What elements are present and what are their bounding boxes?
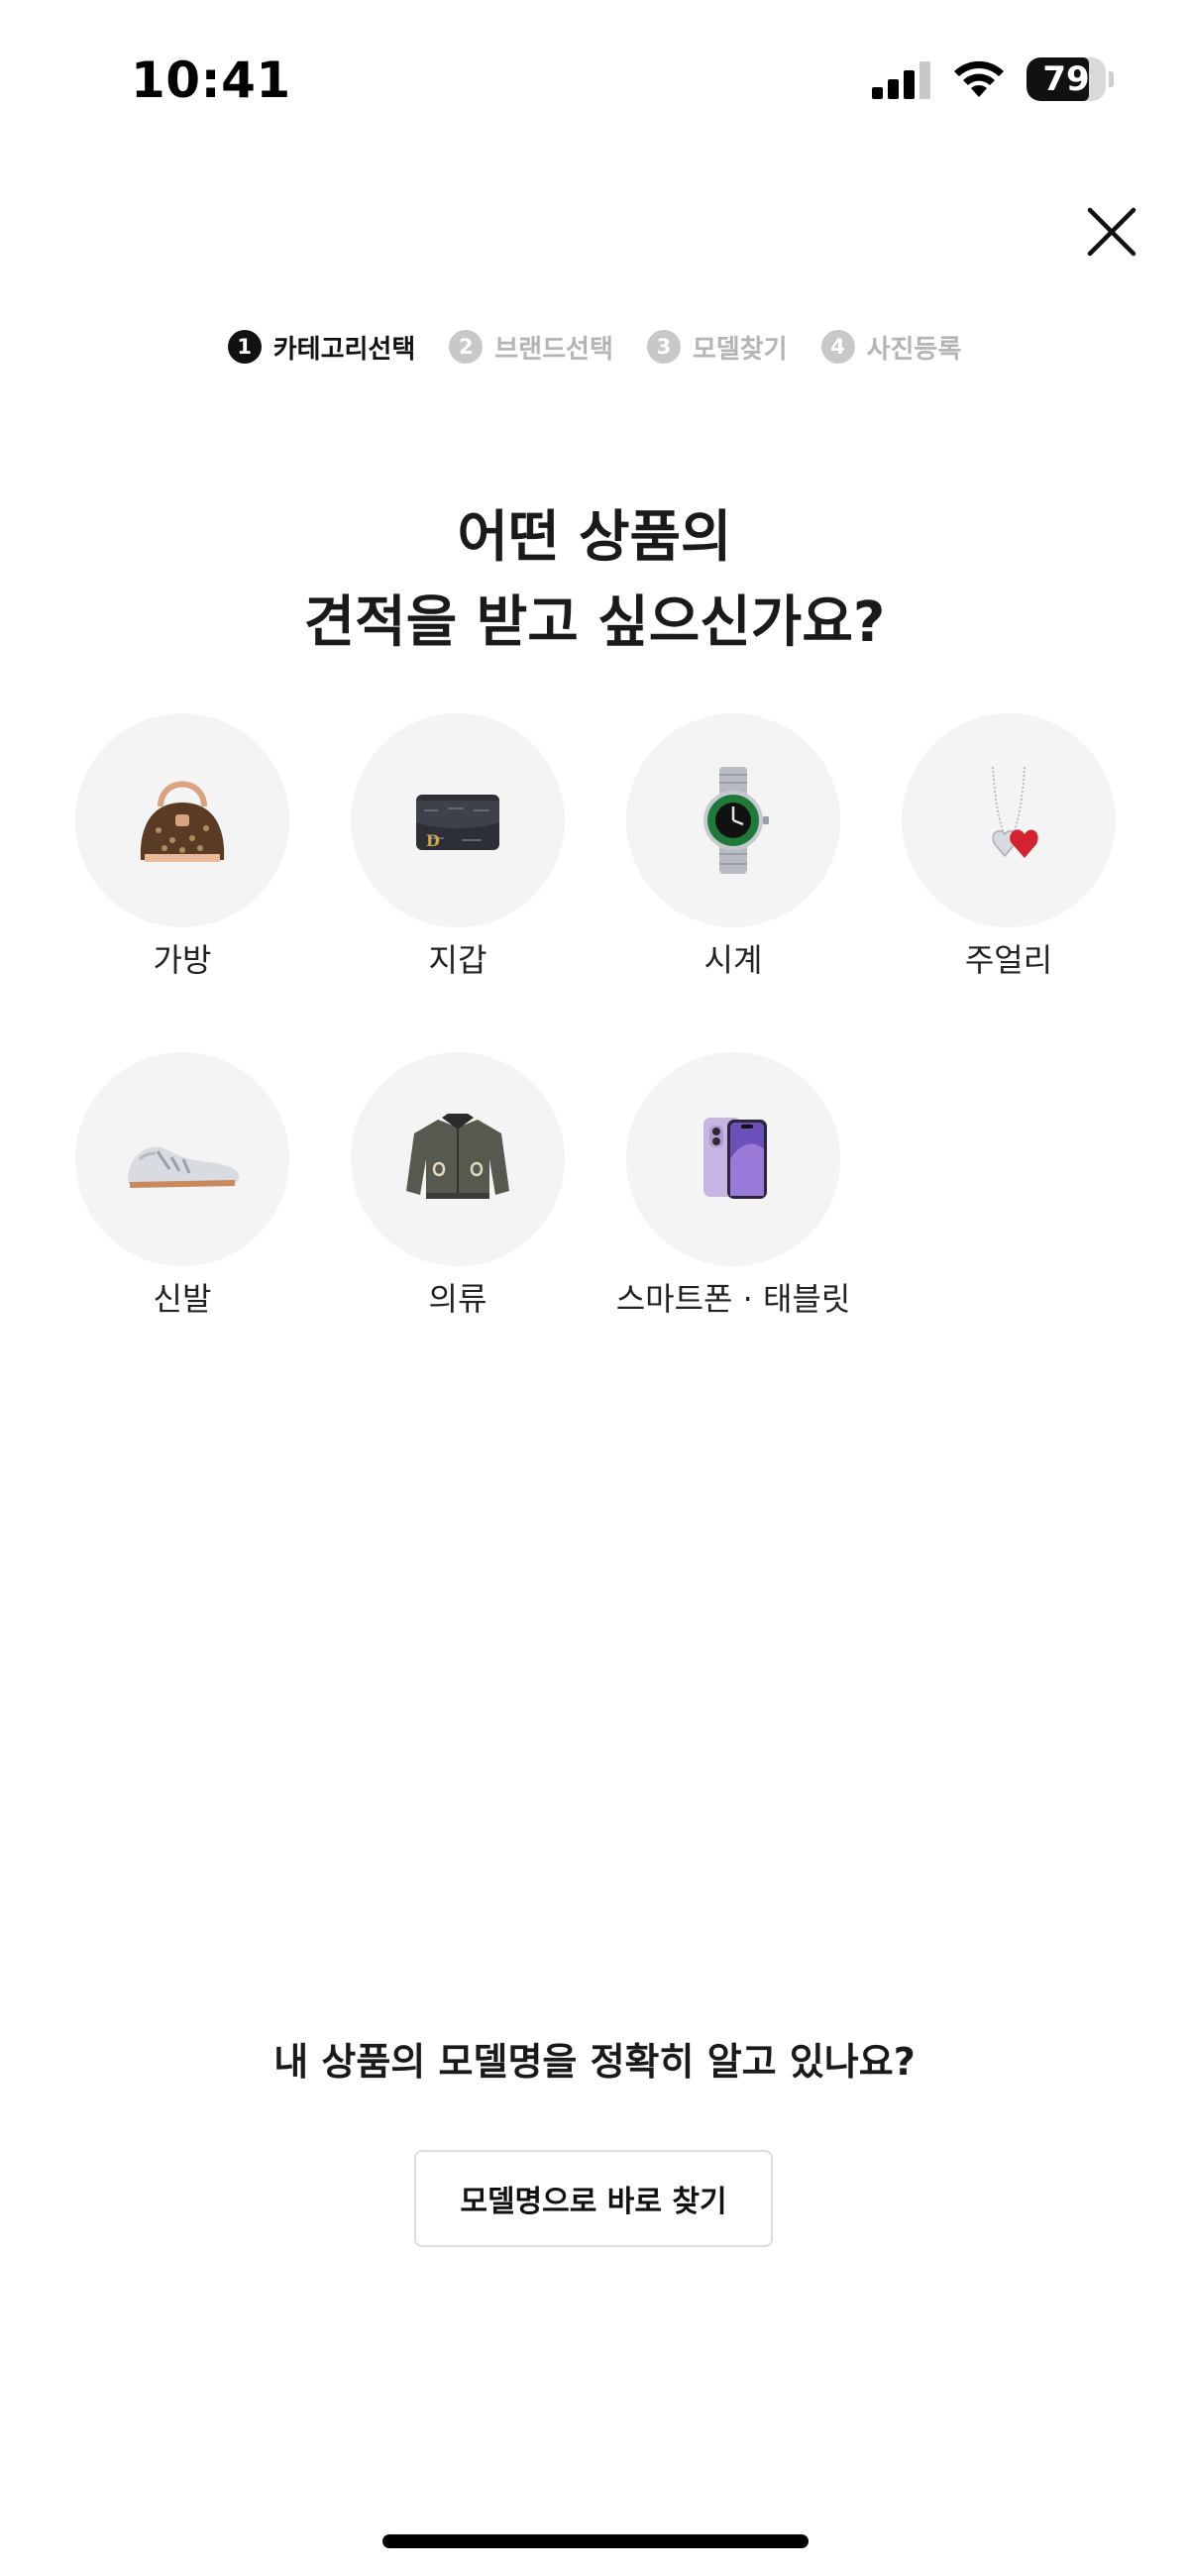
step-number: 3 [646, 330, 681, 364]
category-image [75, 713, 289, 927]
page-title-line-2: 견적을 받고 싶으신가요? [303, 590, 886, 655]
category-label: 의류 [428, 1280, 487, 1318]
status-bar: 10:41 79 [0, 0, 1189, 159]
step-brand: 2 브랜드선택 [449, 329, 613, 366]
step-photo: 4 사진등록 [820, 329, 962, 366]
cellular-signal-icon [872, 61, 930, 99]
svg-text:D: D [426, 831, 440, 850]
step-category: 1 카테고리선택 [227, 329, 416, 366]
close-button[interactable] [1078, 198, 1145, 266]
step-label: 모델찾기 [692, 334, 788, 365]
watch-icon [703, 767, 769, 874]
step-label: 브랜드선택 [494, 334, 613, 365]
category-label: 지갑 [428, 941, 487, 979]
category-image [351, 1052, 565, 1266]
category-clothing[interactable]: 의류 [329, 1052, 587, 1340]
close-icon [1087, 207, 1136, 257]
category-wallet[interactable]: D 지갑 [329, 713, 587, 1001]
battery-level: 79 [1042, 59, 1090, 99]
category-image: D [351, 713, 565, 927]
step-label: 카테고리선택 [272, 334, 416, 365]
progress-stepper: 1 카테고리선택 2 브랜드선택 3 모델찾기 4 사진등록 [0, 325, 1189, 369]
category-label: 주얼리 [964, 941, 1053, 979]
step-model: 3 모델찾기 [646, 329, 788, 366]
category-image [902, 713, 1116, 927]
category-label: 스마트폰 · 태블릿 [615, 1280, 851, 1318]
battery-icon: 79 [1027, 57, 1114, 101]
category-image [626, 713, 840, 927]
category-watch[interactable]: 시계 [604, 713, 862, 1001]
model-search-button[interactable]: 모델명으로 바로 찾기 [414, 2150, 773, 2247]
sneaker-icon [128, 1146, 239, 1188]
category-shoes[interactable]: 신발 [54, 1052, 311, 1340]
step-number: 1 [227, 330, 262, 364]
home-indicator [382, 2534, 809, 2548]
category-label: 가방 [153, 941, 212, 979]
model-search-prompt: 내 상품의 모델명을 정확히 알고 있나요? [273, 2040, 916, 2084]
jacket-icon [406, 1114, 509, 1199]
step-number: 4 [820, 330, 855, 364]
step-label: 사진등록 [866, 334, 962, 365]
status-time: 10:41 [131, 52, 291, 109]
smartphone-icon [703, 1118, 767, 1199]
category-jewelry[interactable]: 주얼리 [880, 713, 1137, 1001]
handbag-icon [140, 781, 225, 862]
wifi-icon [954, 60, 1004, 97]
wallet-icon: D [416, 795, 499, 850]
category-bag[interactable]: 가방 [54, 713, 311, 1001]
category-smartphone-tablet[interactable]: 스마트폰 · 태블릿 [604, 1052, 862, 1340]
page-title-line-1: 어떤 상품의 [457, 505, 732, 570]
necklace-icon [992, 766, 1038, 858]
category-image [75, 1052, 289, 1266]
page-title: 어떤 상품의 견적을 받고 싶으신가요? [0, 495, 1189, 666]
category-image [626, 1052, 840, 1266]
category-label: 시계 [703, 941, 763, 979]
category-label: 신발 [153, 1280, 212, 1318]
step-number: 2 [449, 330, 484, 364]
